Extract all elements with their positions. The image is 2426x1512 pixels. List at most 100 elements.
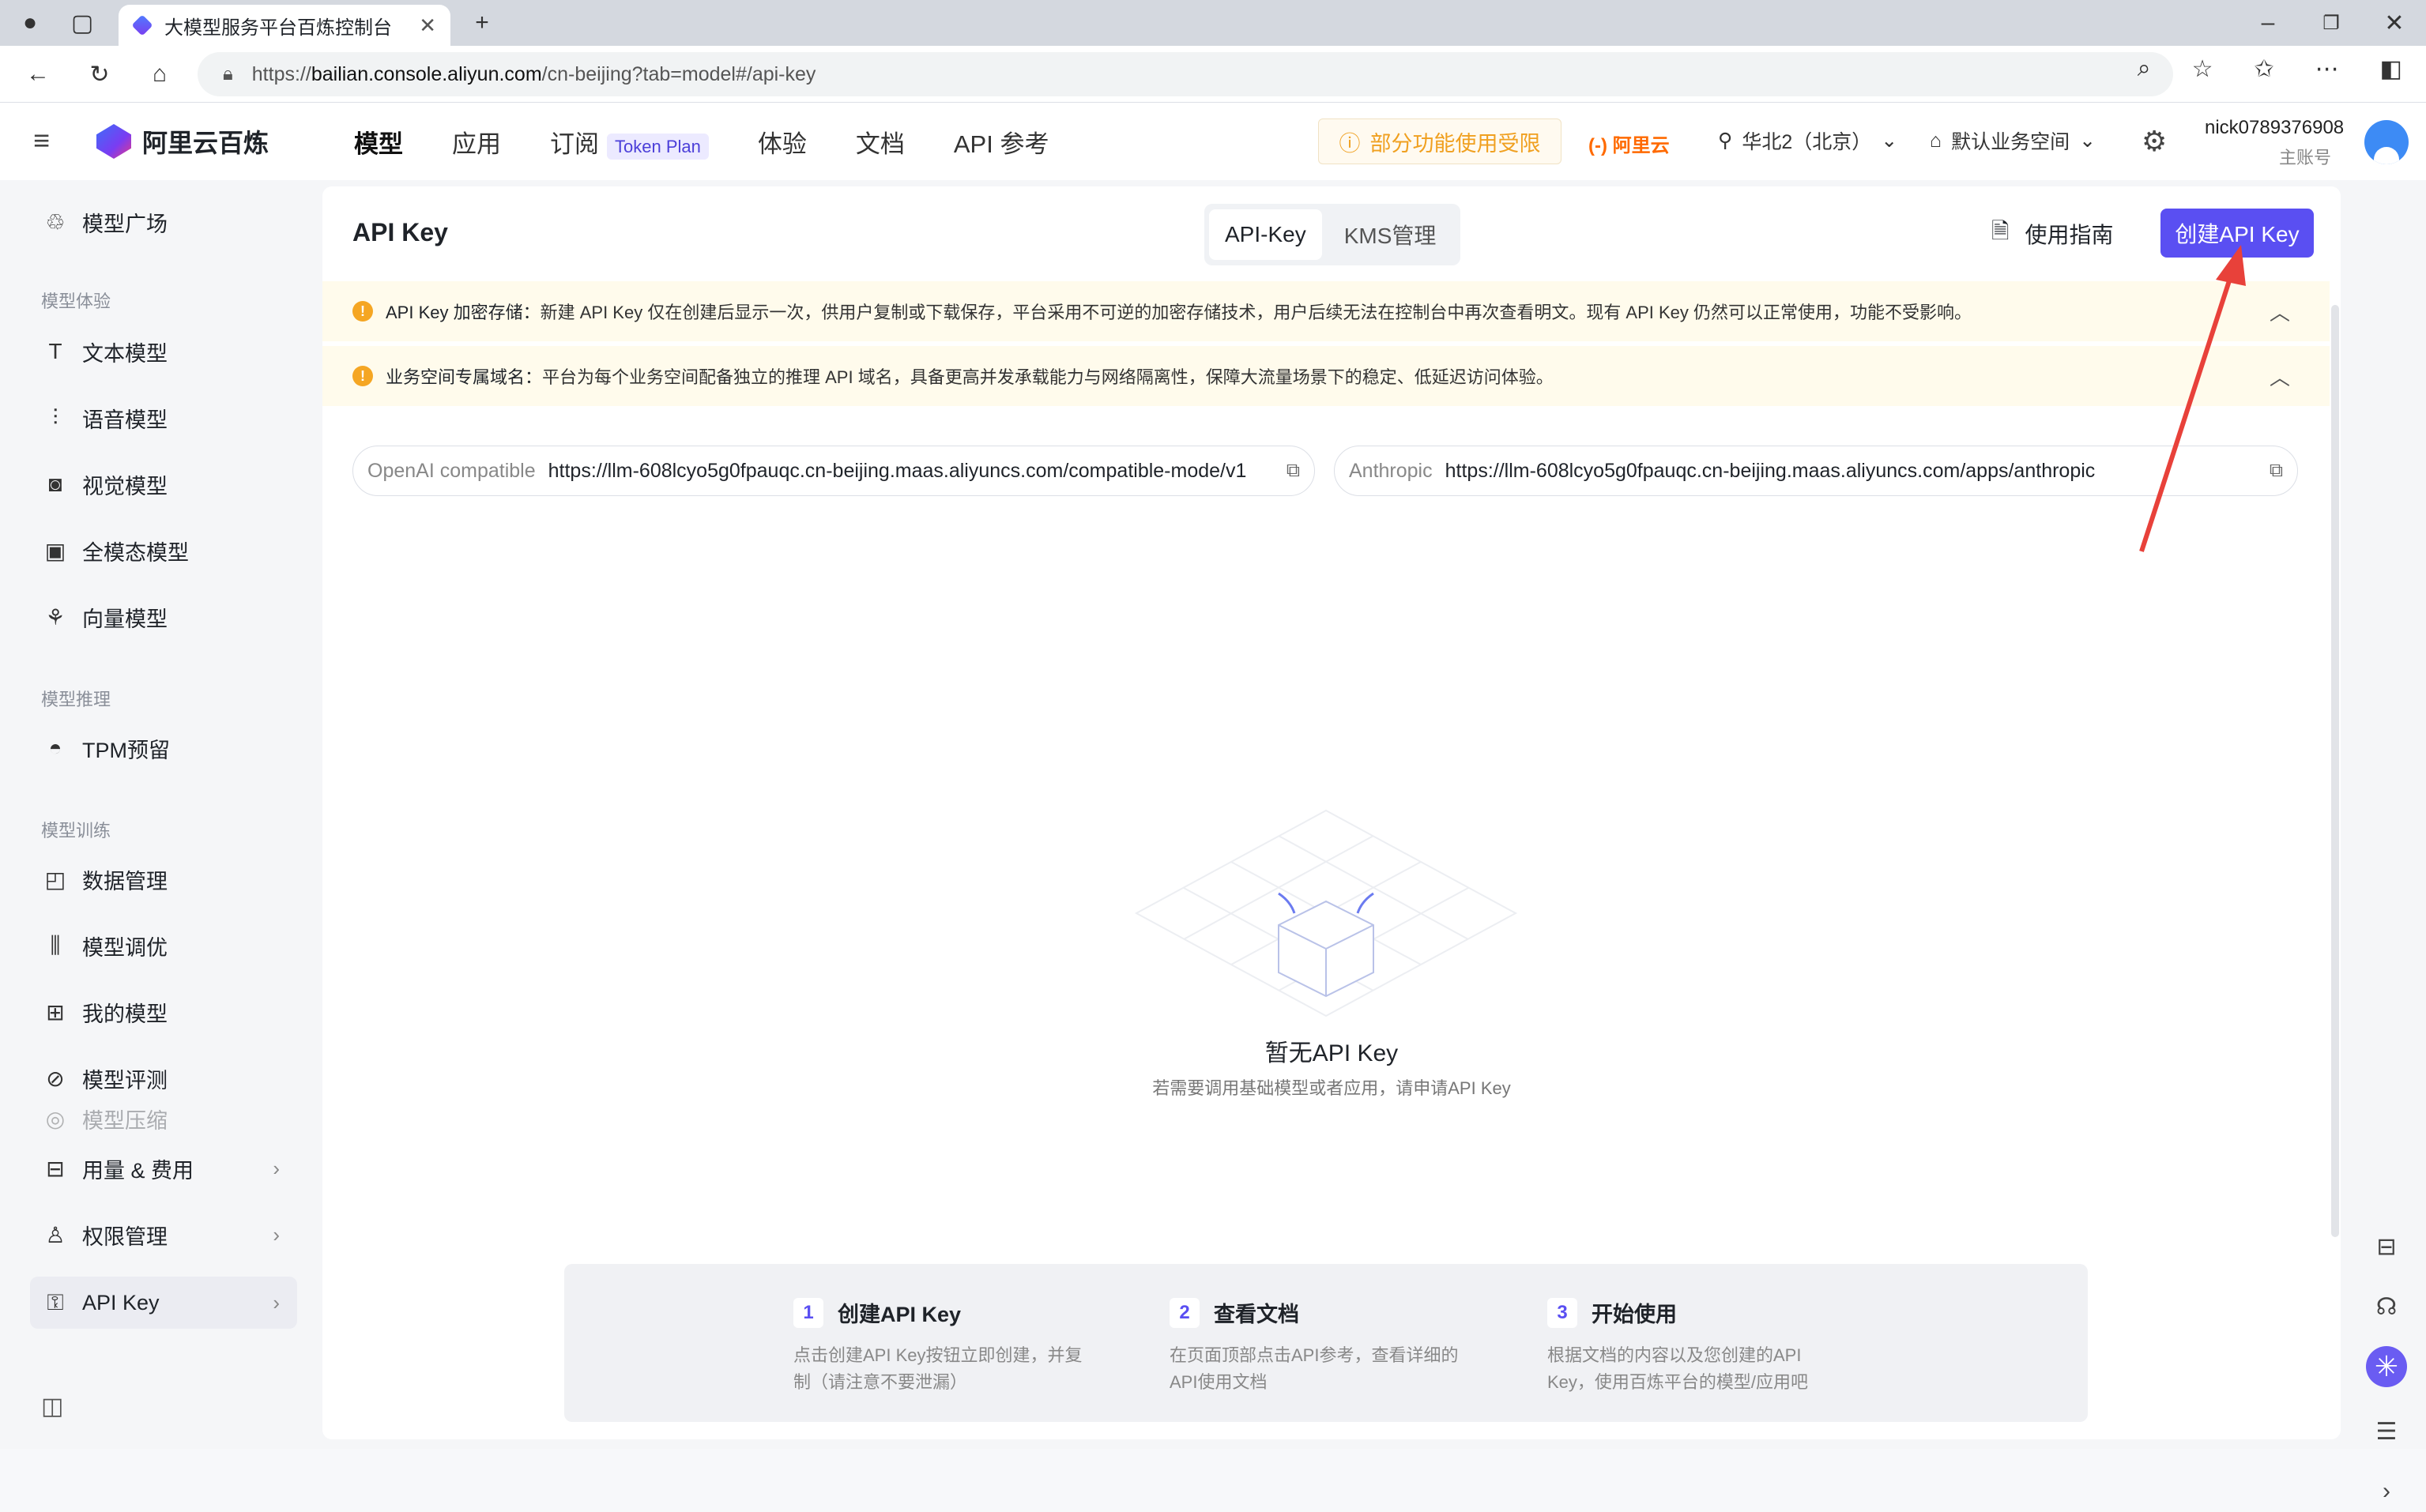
collapse-sidebar-icon[interactable]: ◫ [41, 1393, 63, 1420]
minimize-icon[interactable]: – [2249, 4, 2287, 42]
limited-features-button[interactable]: ⓘ 部分功能使用受限 [1318, 118, 1561, 164]
headset-icon[interactable]: ☊ [2366, 1286, 2407, 1327]
logo-mark-icon [96, 124, 131, 159]
model-square-icon: ♲ [45, 209, 66, 235]
chevron-right-icon: › [273, 1156, 280, 1180]
sidebar-item-permissions[interactable]: ♙ 权限管理 › [30, 1209, 297, 1261]
sidebar-item-voice-model[interactable]: ⫶ 语音模型 [30, 392, 297, 444]
sidebar-item-label: 模型广场 [82, 212, 168, 236]
restore-icon[interactable]: ❐ [2312, 4, 2350, 42]
region-selector[interactable]: ⚲ 华北2（北京） ⌄ [1718, 126, 1897, 155]
workspace-selector[interactable]: ⌂ 默认业务空间 ⌄ [1930, 126, 2096, 155]
step-number: 3 [1547, 1297, 1577, 1328]
step-create: 1 创建API Key 点击创建API Key按钮立即创建，并复 制（请注意不要泄漏… [793, 1297, 1109, 1396]
zoom-icon[interactable]: ⌕ [2138, 55, 2151, 83]
step-desc-line: 根据文档的内容以及您创建的API [1547, 1345, 1802, 1365]
guide-label: 使用指南 [2025, 223, 2114, 247]
guide-button[interactable]: 🗎︎ 使用指南 [1991, 215, 2114, 253]
nav-model[interactable]: 模型 [354, 124, 403, 160]
chevron-up-icon[interactable]: ︿ [2270, 362, 2290, 391]
notice-title: API Key 加密存储： [386, 303, 541, 322]
key-icon: ⚿ [47, 1289, 64, 1315]
browser-chrome: ● ▢ 大模型服务平台百炼控制台 ✕ + – ❐ ✕ ← ↻ ⌂ 🔒︎ http… [0, 0, 2426, 103]
briefcase-icon[interactable]: ⊟ [2366, 1226, 2407, 1267]
sidebar-item-model-square[interactable]: ♲ 模型广场 [30, 196, 297, 248]
avatar-person-icon [2374, 147, 2399, 164]
limited-features-label: 部分功能使用受限 [1369, 131, 1541, 156]
sidebar-item-vector-model[interactable]: ⚘ 向量模型 [30, 591, 297, 643]
avatar[interactable] [2364, 120, 2409, 164]
chevron-up-icon[interactable]: ︿ [2270, 297, 2290, 326]
nav-app[interactable]: 应用 [452, 124, 501, 160]
workspace-icon: ⌂ [1930, 129, 1942, 152]
tab-api-key[interactable]: API-Key [1209, 209, 1322, 260]
notes-icon[interactable]: ☰ [2366, 1411, 2407, 1452]
nav-api-reference[interactable]: API 参考 [954, 124, 1049, 160]
step-title: 开始使用 [1592, 1303, 1677, 1326]
tab-strip: ● ▢ 大模型服务平台百炼控制台 ✕ + – ❐ ✕ [0, 0, 2426, 46]
close-window-icon[interactable]: ✕ [2375, 4, 2413, 42]
url-prefix: https:// [251, 62, 311, 85]
profile-icon[interactable]: ● [11, 4, 49, 42]
home-icon[interactable]: ⌂ [141, 55, 179, 93]
notice-body: 平台为每个业务空间配备独立的推理 API 域名，具备更高并发承载能力与网络隔离性… [542, 367, 1554, 387]
tab-kms[interactable]: KMS管理 [1328, 209, 1452, 260]
more-icon[interactable]: ⋯ [2315, 55, 2339, 83]
sidebar-item-vision-model[interactable]: ◙ 视觉模型 [30, 458, 297, 510]
user-info[interactable]: nick0789376908 主账号 [2205, 117, 2345, 169]
right-tool-bar: ⊟ ☊ ✳ ☰ › [2347, 180, 2426, 1504]
favorites-list-icon[interactable]: ✩ [2255, 55, 2274, 83]
sidebar-item-usage[interactable]: ⊟ 用量 & 费用 › [30, 1142, 297, 1194]
assistant-icon[interactable]: ✳ [2366, 1346, 2407, 1387]
step-number: 1 [793, 1297, 823, 1328]
sidebar-item-evaluation[interactable]: ⊘ 模型评测 [30, 1052, 297, 1104]
text-icon: T [48, 339, 62, 363]
menu-icon[interactable]: ≡ [33, 126, 62, 155]
sidebar-toggle-icon[interactable]: ◧ [2380, 55, 2402, 83]
browser-tab[interactable]: 大模型服务平台百炼控制台 ✕ [119, 5, 450, 46]
create-api-key-button[interactable]: 创建API Key [2160, 209, 2314, 258]
aliyun-logo[interactable]: (-) 阿里云 [1588, 130, 1670, 157]
sidebar-item-fine-tune[interactable]: ⫼ 模型调优 [30, 920, 297, 972]
url-path: /cn-beijing?tab=model#/api-key [541, 62, 816, 85]
nav-docs[interactable]: 文档 [856, 124, 905, 160]
sidebar-group-inference: 模型推理 [41, 690, 111, 709]
sidebar-item-tpm[interactable]: ◓ TPM预留 [30, 722, 297, 774]
sidebar-item-compression[interactable]: ◎ 模型压缩 [30, 1103, 297, 1134]
favorite-icon[interactable]: ☆ [2192, 55, 2213, 83]
media-icon: ▣ [44, 538, 66, 563]
endpoint-label: OpenAI compatible [367, 459, 536, 482]
copy-icon[interactable]: ⧉ [2270, 460, 2283, 482]
settings-gear-icon[interactable]: ⚙ [2142, 125, 2167, 158]
back-icon[interactable]: ← [19, 55, 57, 93]
sidebar-item-omni-model[interactable]: ▣ 全模态模型 [30, 525, 297, 577]
sidebar-item-text-model[interactable]: T 文本模型 [30, 325, 297, 378]
sidebar-item-label: 数据管理 [82, 869, 168, 893]
nav-subscription[interactable]: 订阅 Token Plan [550, 124, 709, 160]
nav-experience[interactable]: 体验 [758, 124, 807, 160]
sidebar-item-label: 向量模型 [82, 607, 168, 631]
reserve-icon: ◓ [48, 735, 62, 760]
region-label: 华北2（北京） [1742, 131, 1872, 153]
tab-actions-icon[interactable]: ▢ [63, 4, 101, 42]
new-tab-icon[interactable]: + [463, 4, 501, 42]
sidebar-item-data-management[interactable]: ◰ 数据管理 [30, 853, 297, 905]
step-docs: 2 查看文档 在页面顶部点击API参考，查看详细的 API使用文档 [1170, 1297, 1486, 1396]
sidebar-item-api-key[interactable]: ⚿ API Key › [30, 1277, 297, 1329]
brand-logo[interactable]: 阿里云百炼 [96, 123, 269, 160]
step-start: 3 开始使用 根据文档的内容以及您创建的API Key，使用百炼平台的模型/应用吧 [1547, 1297, 1863, 1396]
close-tab-icon[interactable]: ✕ [419, 13, 436, 38]
sidebar-item-my-models[interactable]: ⊞ 我的模型 [30, 986, 297, 1038]
step-number: 2 [1170, 1297, 1200, 1328]
copy-icon[interactable]: ⧉ [1286, 460, 1300, 482]
address-bar[interactable]: 🔒︎ https://bailian.console.aliyun.com/cn… [198, 52, 2173, 96]
chevron-right-icon[interactable]: › [2366, 1471, 2407, 1512]
document-icon: 🗎︎ [1991, 219, 2010, 243]
sidebar-item-label: API Key [82, 1290, 160, 1315]
grid-icon: ⊞ [46, 999, 65, 1025]
notice-body: 新建 API Key 仅在创建后显示一次，供用户复制或下载保存，平台采用不可逆的… [540, 303, 1972, 322]
user-name: nick0789376908 [2205, 117, 2345, 138]
vector-icon: ⚘ [45, 604, 66, 630]
reload-icon[interactable]: ↻ [81, 55, 119, 93]
wallet-icon: ⊟ [46, 1156, 65, 1181]
